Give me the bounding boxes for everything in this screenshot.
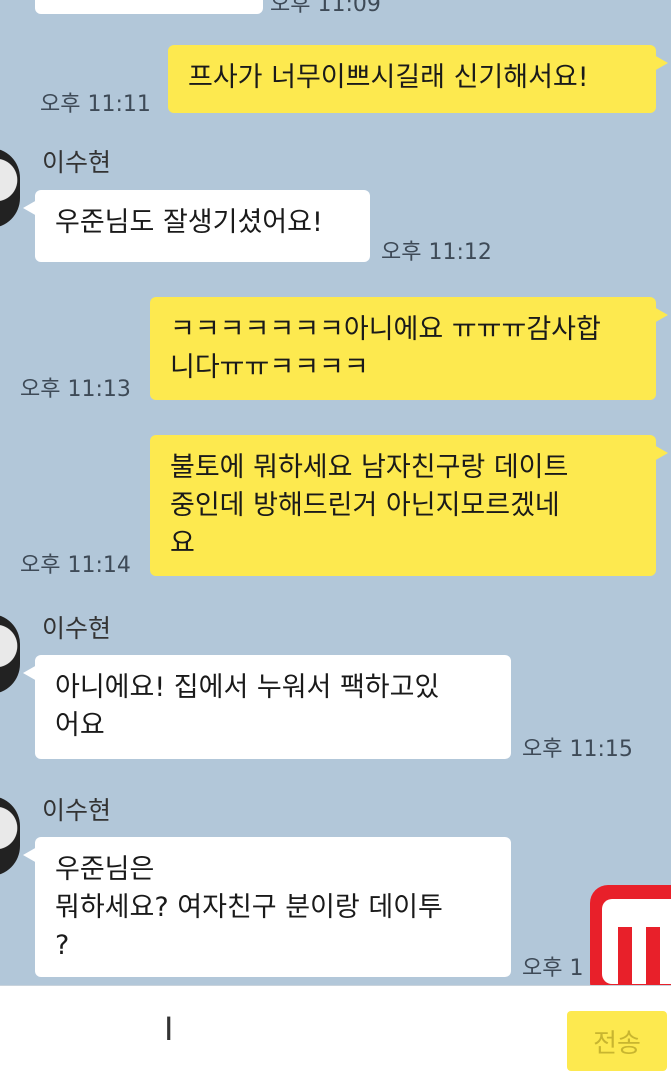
sender-name: 이수현	[42, 796, 112, 825]
message-bubble-other: 우준님은 뭐하세요? 여자친구 분이랑 데이투 ?	[23, 837, 511, 977]
message-bubble-me: 프사가 너무이쁘시길래 신기해서요!	[168, 45, 668, 113]
message-bubble-other: 아니에요! 집에서 누워서 팩하고있 어요	[23, 655, 511, 759]
sender-name: 이수현	[42, 148, 112, 177]
chat-area[interactable]: 오후 11:09 오후 11:11 프사가 너무이쁘시길래 신기해서요! 이수현…	[0, 0, 671, 985]
message-time: 오후 11:11	[40, 92, 151, 117]
message-time: 오후 11:14	[20, 553, 131, 578]
message-time: 오후 11:09	[270, 0, 381, 17]
watermark-logo	[590, 885, 671, 985]
message-time: 오후 11:15	[522, 737, 633, 762]
message-time: 오후 11:12	[381, 240, 492, 265]
message-bubble-other: 우준님도 잘생기셨어요!	[23, 190, 370, 262]
text-cursor-icon: I	[164, 1010, 174, 1048]
avatar[interactable]	[0, 796, 20, 876]
message-bubble-other	[35, 0, 263, 14]
sender-name: 이수현	[42, 614, 112, 643]
avatar[interactable]	[0, 148, 20, 228]
message-bubble-me: 불토에 뭐하세요 남자친구랑 데이트 중인데 방해드린거 아닌지모르겠네 요	[150, 435, 668, 576]
message-time: 오후 1	[522, 956, 584, 981]
message-input-bar[interactable]: I 전송	[0, 985, 671, 1081]
send-button[interactable]: 전송	[567, 1011, 667, 1071]
avatar[interactable]	[0, 614, 20, 694]
message-time: 오후 11:13	[20, 377, 131, 402]
message-bubble-me: ㅋㅋㅋㅋㅋㅋㅋ아니에요 ㅠㅠㅠ감사합 니다ㅠㅠㅋㅋㅋㅋ	[150, 297, 668, 400]
